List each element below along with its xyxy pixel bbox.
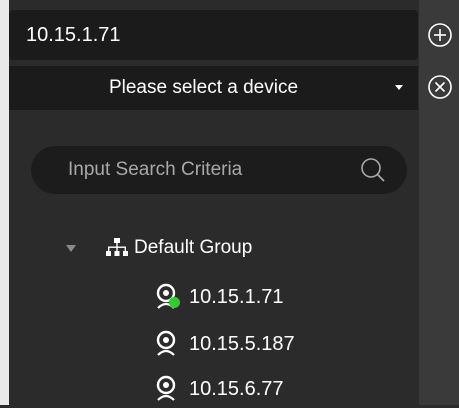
x-circle-icon[interactable] [427,74,453,100]
camera-icon [155,330,181,358]
tree-device-item[interactable]: 10.15.6.77 [155,374,284,404]
tree-device-item[interactable]: 10.15.5.187 [155,329,295,359]
tree-device-item[interactable]: 10.15.1.71 [155,282,284,312]
triangle-down-icon[interactable] [66,244,76,252]
search-placeholder: Input Search Criteria [68,159,243,180]
ip-address-value: 10.15.1.71 [26,23,121,46]
search-input[interactable]: Input Search Criteria [31,146,407,194]
plus-circle-icon[interactable] [427,22,453,48]
side-toolbar [419,0,459,405]
window-edge [0,0,9,405]
chevron-down-icon [395,85,403,90]
tree-device-label: 10.15.6.77 [189,377,284,400]
tree-group-default[interactable]: Default Group [66,232,252,264]
tree-group-label: Default Group [134,237,253,258]
ip-address-field[interactable]: 10.15.1.71 [9,10,418,60]
device-select-label: Please select a device [108,77,299,98]
tree-device-label: 10.15.5.187 [189,332,295,355]
search-icon[interactable] [359,156,387,184]
online-status-indicator [169,297,180,308]
camera-icon [155,283,181,311]
device-select[interactable]: Please select a device [9,66,418,110]
tree-device-label: 10.15.1.71 [189,285,284,308]
org-tree-icon [106,238,128,256]
camera-icon [155,375,181,403]
